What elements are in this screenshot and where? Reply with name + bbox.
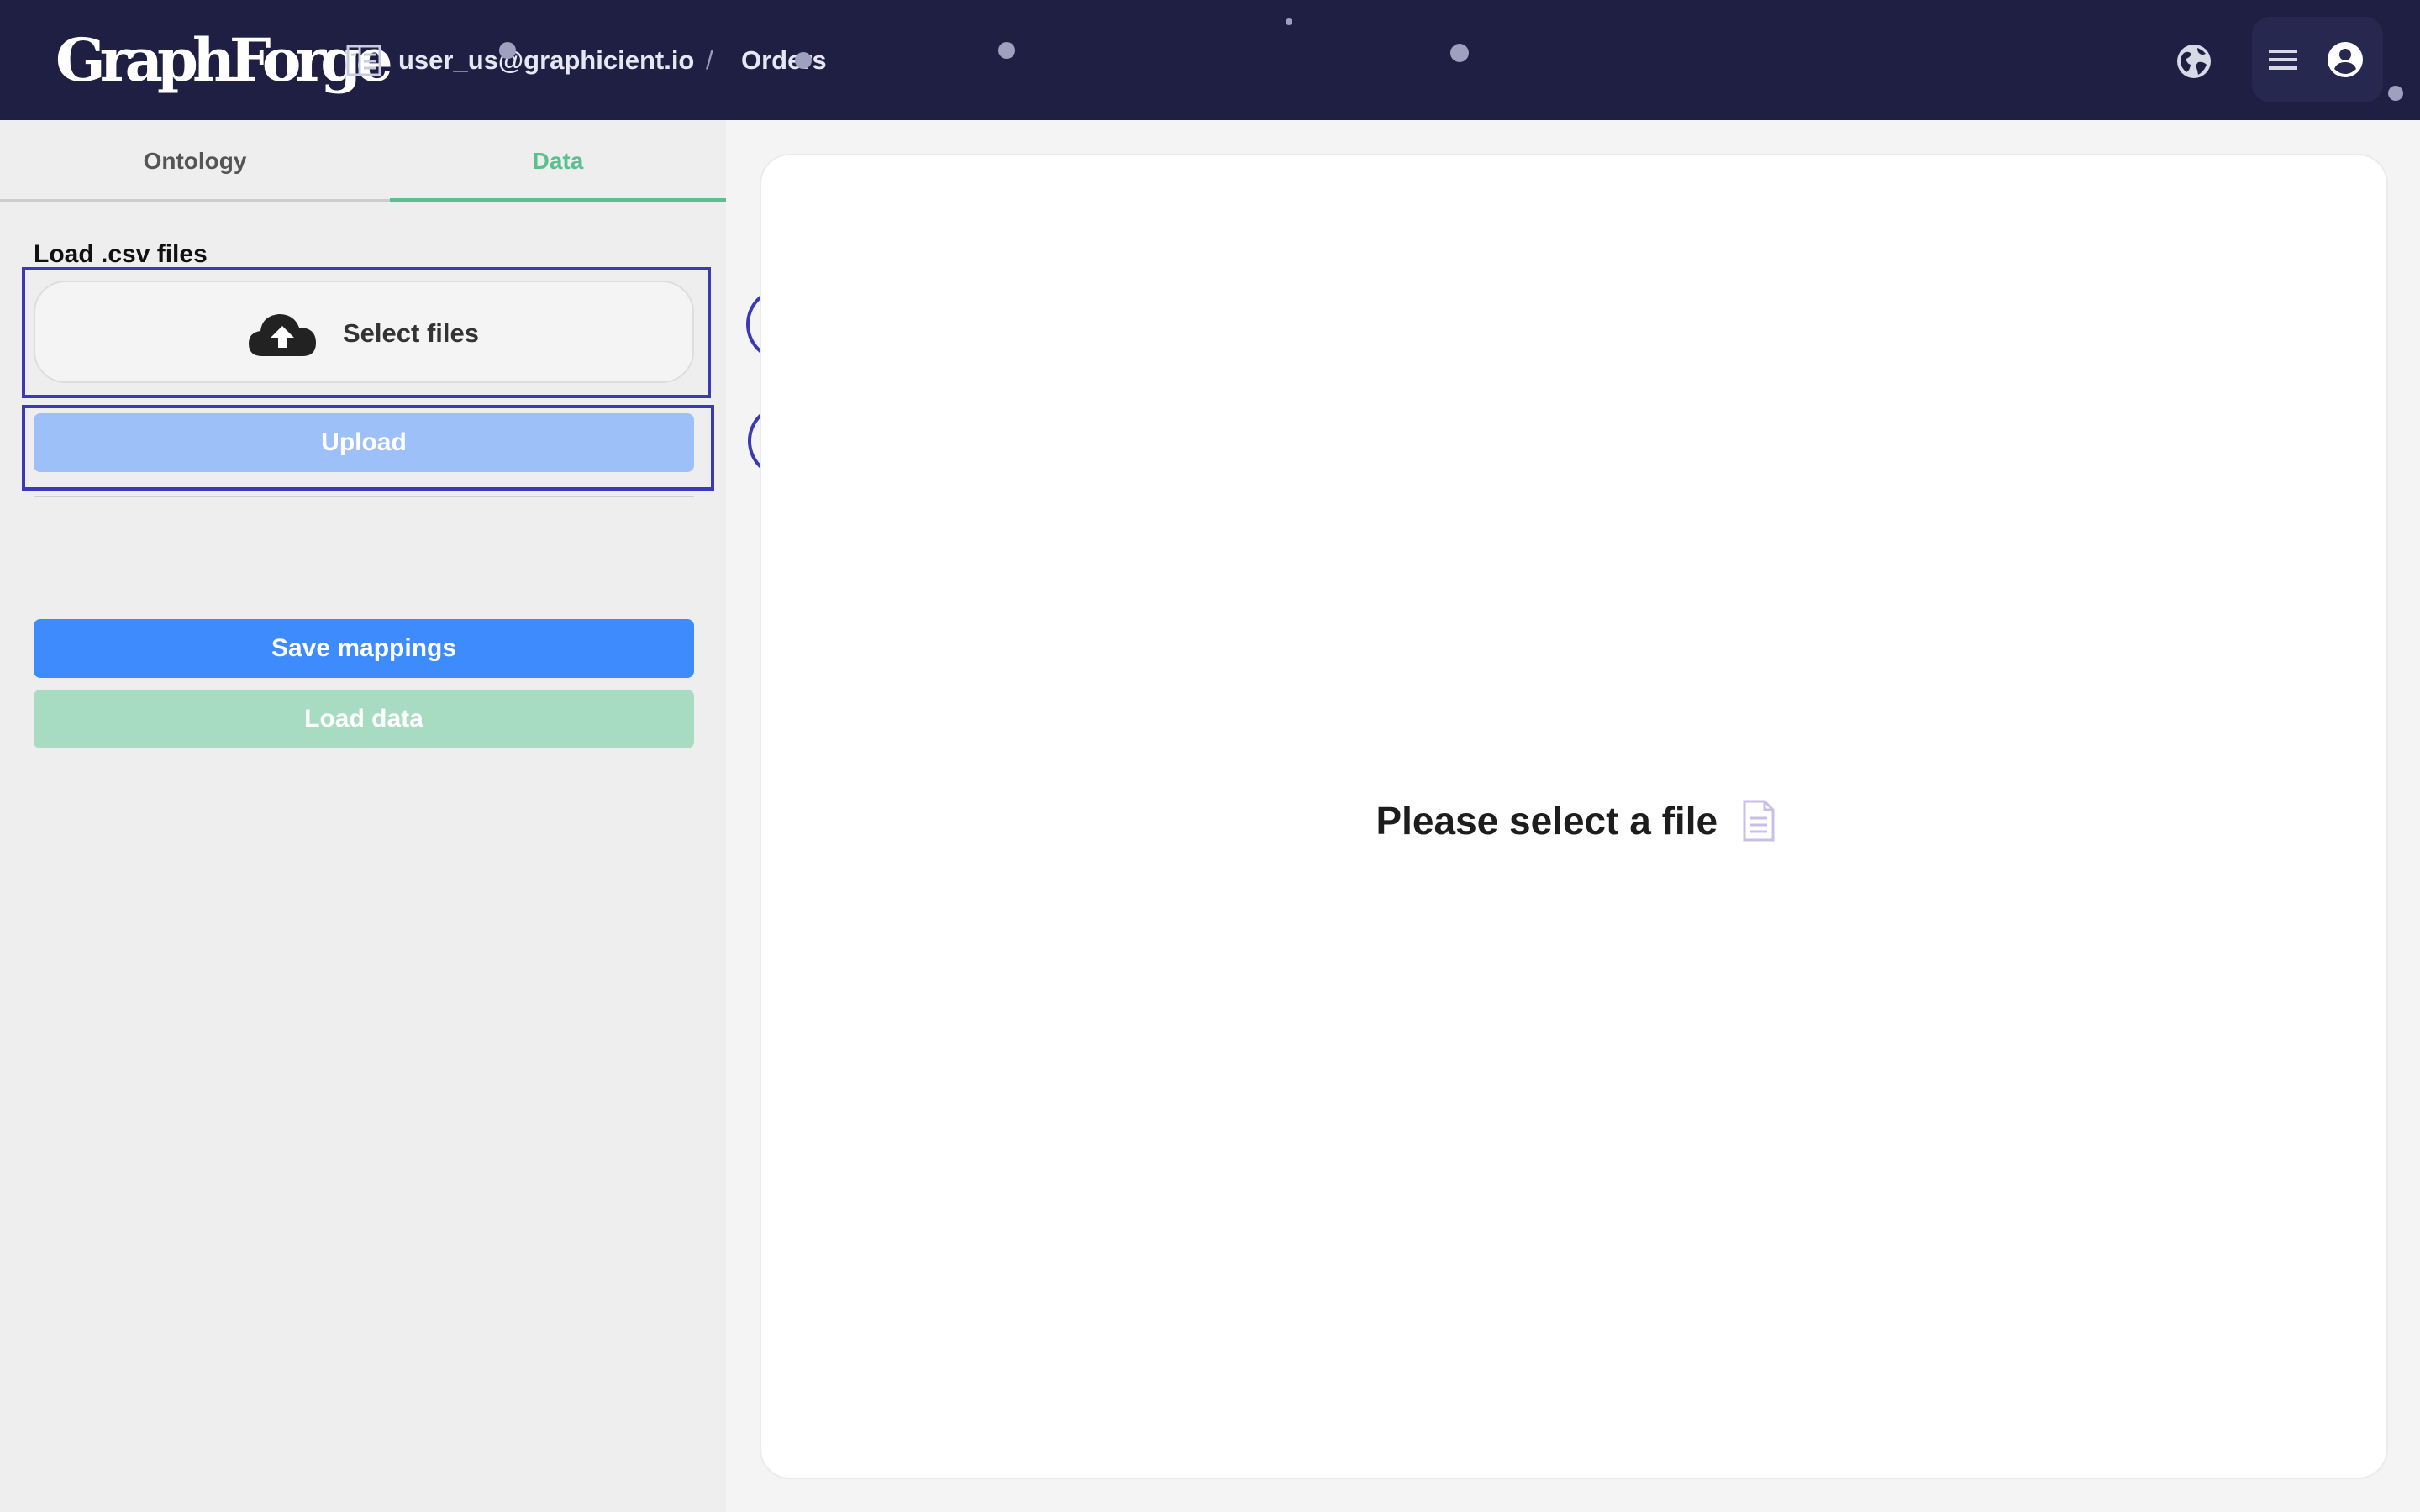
empty-state-message: Please select a file [1376, 799, 1718, 843]
background-particle [1450, 44, 1469, 62]
divider [34, 496, 694, 497]
breadcrumb-separator: / [706, 45, 713, 75]
top-bar: GraphForge user_us@graphicient.io / Orde… [0, 0, 2420, 120]
globe-icon[interactable] [2175, 42, 2213, 81]
account-circle-icon [2328, 42, 2363, 77]
annotation-box-1 [22, 267, 711, 398]
annotation-box-2 [22, 405, 714, 491]
breadcrumb-page[interactable]: Orders [741, 44, 827, 77]
table-icon [346, 45, 381, 76]
background-particle [998, 42, 1015, 59]
save-mappings-button[interactable]: Save mappings [34, 619, 694, 678]
breadcrumb-workspace[interactable]: user_us@graphicient.io [398, 44, 694, 77]
tab-data[interactable]: Data [390, 120, 726, 202]
background-particle [499, 42, 516, 59]
app-logo[interactable]: GraphForge [55, 25, 393, 96]
file-icon [1743, 800, 1775, 842]
background-particle [795, 52, 812, 69]
background-particle [2388, 86, 2403, 101]
user-menu-button[interactable] [2252, 17, 2383, 102]
main-content-panel: Please select a file [760, 154, 2388, 1479]
tab-bar: Ontology Data [0, 120, 726, 202]
load-data-button[interactable]: Load data [34, 690, 694, 748]
hamburger-icon [2269, 50, 2297, 70]
background-particle [1286, 18, 1292, 25]
section-label-load-csv: Load .csv files [34, 240, 208, 268]
tab-ontology[interactable]: Ontology [0, 120, 390, 202]
empty-state: Please select a file [761, 795, 2390, 846]
